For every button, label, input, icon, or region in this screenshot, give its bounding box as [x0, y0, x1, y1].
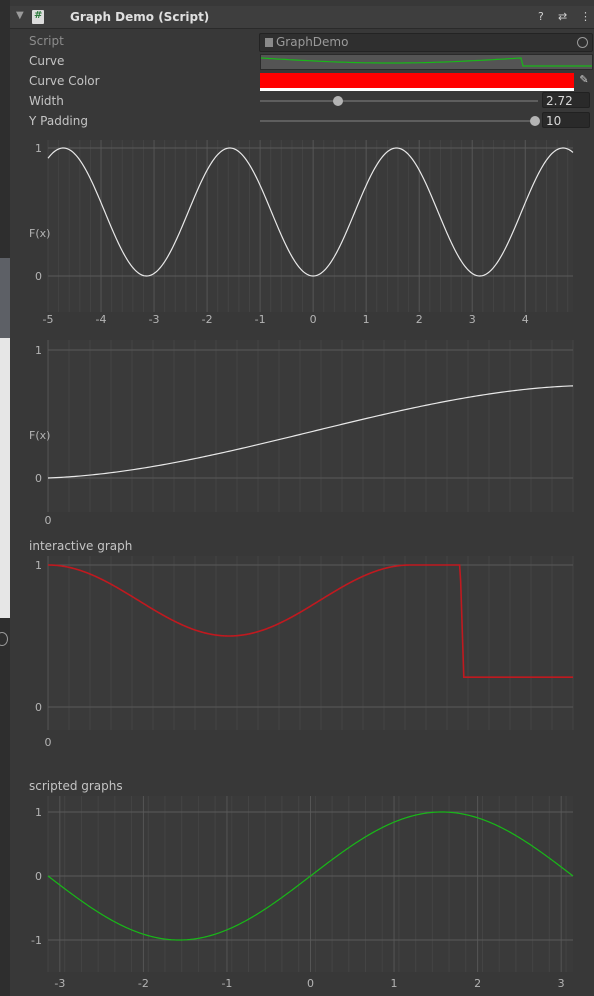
- graph1-x-tick-label: 3: [469, 313, 476, 326]
- graph1-x-tick-label: -4: [96, 313, 107, 326]
- graph3-x-tick-label: 0: [45, 736, 52, 749]
- graph4-x-tick-label: -1: [221, 977, 232, 990]
- graph1-group: [47, 140, 574, 312]
- graph2-group: [47, 340, 574, 512]
- graph4-x-tick-label: 0: [307, 977, 314, 990]
- graph1-x-tick-label: 0: [310, 313, 317, 326]
- graph4-x-tick-label: -2: [138, 977, 149, 990]
- graph4-x-tick-label: 2: [474, 977, 481, 990]
- graph3-y-tick-label: 0: [35, 701, 42, 714]
- graph4-y-tick-label: 1: [35, 806, 42, 819]
- graph3-y-tick-label: 1: [35, 559, 42, 572]
- interactive-graph-title: interactive graph: [29, 539, 132, 553]
- graph3-group: [47, 556, 574, 730]
- graph1-x-tick-label: -5: [43, 313, 54, 326]
- graph2-background: [48, 340, 573, 512]
- graph1-x-tick-label: -2: [202, 313, 213, 326]
- graph2-y-tick-label: 0: [35, 472, 42, 485]
- graph1-x-tick-label: 2: [416, 313, 423, 326]
- graph1-x-tick-label: -3: [149, 313, 160, 326]
- graph4-x-tick-label: -3: [54, 977, 65, 990]
- graph1-x-tick-label: 4: [522, 313, 529, 326]
- graphs-canvas: interactive graph scripted graphs 1 0 -5 -4…: [29, 140, 574, 990]
- graph1-x-tick-label: -1: [255, 313, 266, 326]
- graph2-y-tick-label: 1: [35, 344, 42, 357]
- graph1-y-tick-label: 0: [35, 270, 42, 283]
- graph4-x-tick-label: 1: [391, 977, 398, 990]
- graph3-background: [48, 556, 573, 730]
- graph1-x-tick-label: 1: [363, 313, 370, 326]
- graph4-x-tick-label: 3: [558, 977, 565, 990]
- graph4-y-tick-label: -1: [31, 934, 42, 947]
- scripted-graphs-title: scripted graphs: [29, 779, 123, 793]
- graph2-x-tick-label: 0: [45, 514, 52, 527]
- graph1-y-tick-label: 1: [35, 142, 42, 155]
- graph4-y-tick-label: 0: [35, 870, 42, 883]
- graph1-background: [48, 140, 573, 312]
- graph1-y-axis-label: F(x): [29, 227, 50, 240]
- graph2-y-axis-label: F(x): [29, 429, 50, 442]
- graph4-group: [47, 796, 574, 972]
